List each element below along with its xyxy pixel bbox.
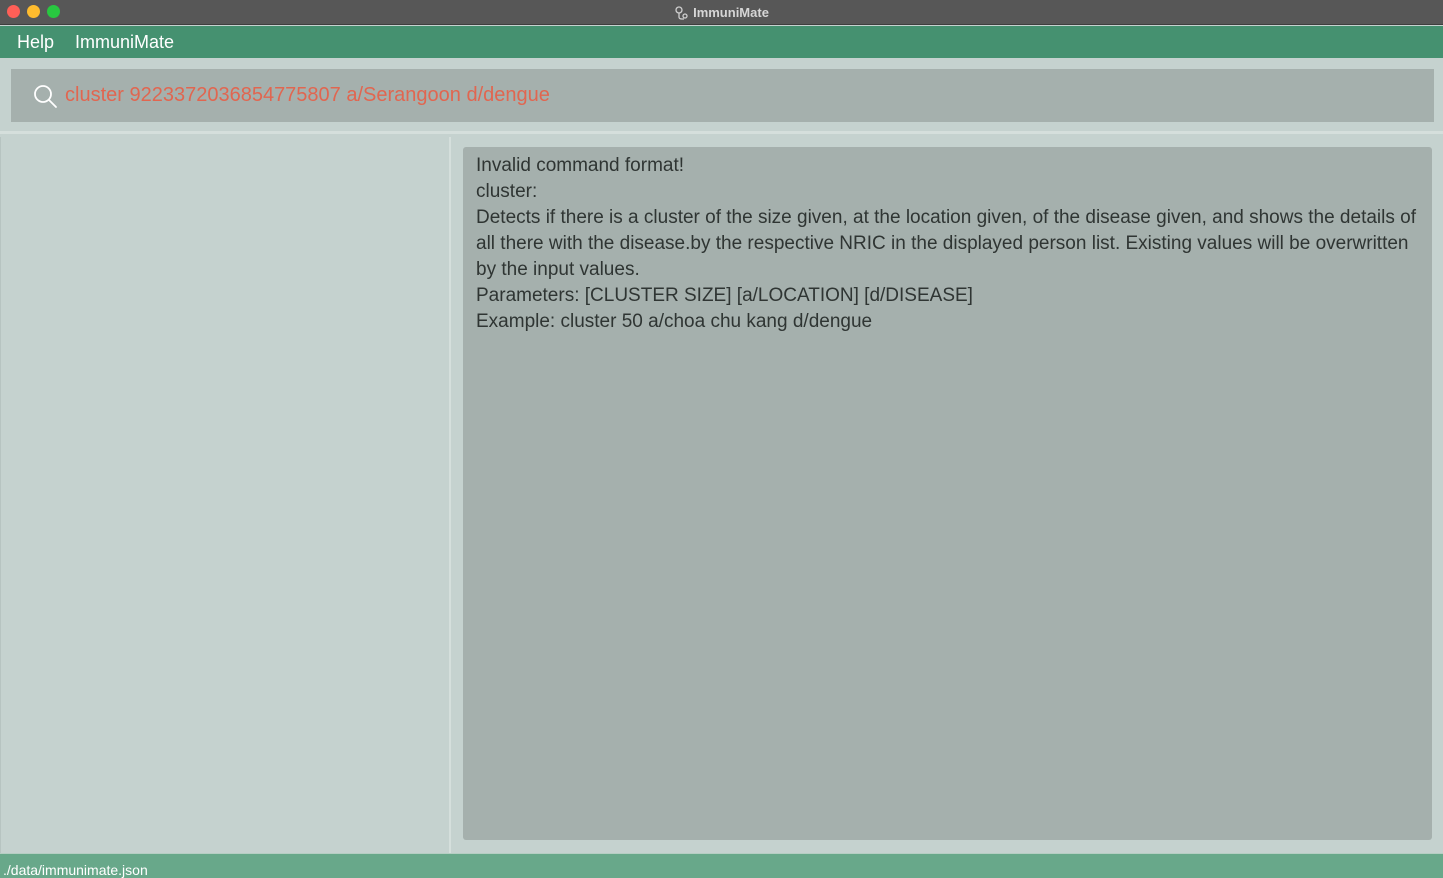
result-display: Invalid command format! cluster: Detects… [463, 147, 1432, 840]
result-line-description: Detects if there is a cluster of the siz… [476, 207, 1416, 280]
app-icon [675, 5, 688, 20]
search-icon [34, 85, 57, 108]
menu-bar: Help ImmuniMate [0, 26, 1443, 58]
result-line-example: Example: cluster 50 a/choa chu kang d/de… [476, 311, 873, 332]
command-input[interactable] [65, 69, 1425, 122]
person-list-panel[interactable] [0, 137, 451, 853]
command-area [0, 58, 1443, 134]
command-box[interactable] [11, 69, 1434, 122]
result-line-command: cluster: [476, 181, 538, 202]
window-title: ImmuniMate [693, 5, 769, 20]
menu-immunimate[interactable]: ImmuniMate [75, 32, 174, 53]
window-title-wrap: ImmuniMate [0, 0, 1443, 25]
menu-help[interactable]: Help [17, 32, 54, 53]
result-line-parameters: Parameters: [CLUSTER SIZE] [a/LOCATION] … [476, 285, 973, 306]
title-bar: ImmuniMate [0, 0, 1443, 25]
result-line-header: Invalid command format! [476, 155, 685, 176]
save-file-path: ./data/immunimate.json [3, 862, 148, 878]
status-bar: ./data/immunimate.json [0, 853, 1443, 878]
